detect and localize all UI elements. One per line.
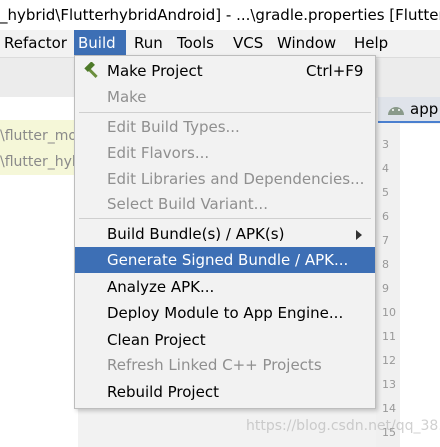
line-number: 7 <box>382 234 389 247</box>
line-number: 11 <box>382 330 396 343</box>
line-number: 9 <box>382 282 389 295</box>
build-dropdown-menu: Make Project Ctrl+F9 Make Edit Build Typ… <box>74 55 376 409</box>
menu-item-label: Edit Build Types... <box>107 118 240 136</box>
menu-item-deploy-module[interactable]: Deploy Module to App Engine... <box>75 300 375 326</box>
menu-build-label: Build <box>78 34 116 52</box>
window-title-bar: _hybrid\FlutterhybridAndroid] - ...\grad… <box>0 0 440 30</box>
menu-run-label: Run <box>134 34 163 52</box>
project-path-line[interactable]: \flutter_mo <box>0 128 78 144</box>
menu-tools-label: Tools <box>177 34 214 52</box>
project-path-line[interactable]: \flutter_hyb <box>0 154 78 170</box>
editor-tab-app[interactable]: app <box>378 97 440 123</box>
menu-item-refresh-linked-cpp[interactable]: Refresh Linked C++ Projects <box>75 352 375 378</box>
menu-item-label: Generate Signed Bundle / APK... <box>107 251 349 269</box>
line-number-gutter: 3 4 5 6 7 8 9 10 11 12 13 14 15 <box>376 124 400 447</box>
menu-item-clean-project[interactable]: Clean Project <box>75 327 375 353</box>
menu-item-edit-build-types[interactable]: Edit Build Types... <box>75 114 375 140</box>
hammer-icon <box>84 62 98 78</box>
menu-item-label: Make Project <box>107 62 203 80</box>
main-menubar: Refactor Build Run Tools VCS Window Help <box>0 30 440 57</box>
menu-item-label: Make <box>107 88 147 106</box>
line-number: 5 <box>382 186 389 199</box>
menu-window[interactable]: Window <box>273 30 340 57</box>
line-number: 13 <box>382 378 396 391</box>
menu-separator <box>79 112 371 113</box>
menu-item-make-project[interactable]: Make Project Ctrl+F9 <box>75 58 375 84</box>
menu-item-label: Analyze APK... <box>107 278 215 296</box>
menu-item-build-bundles[interactable]: Build Bundle(s) / APK(s) <box>75 221 375 247</box>
menu-item-label: Clean Project <box>107 331 206 349</box>
menu-run[interactable]: Run <box>130 30 167 57</box>
menu-item-label: Build Bundle(s) / APK(s) <box>107 225 285 243</box>
line-number: 6 <box>382 210 389 223</box>
submenu-arrow-icon <box>356 230 362 240</box>
menu-item-analyze-apk[interactable]: Analyze APK... <box>75 274 375 300</box>
menu-item-label: Rebuild Project <box>107 383 219 401</box>
menu-help[interactable]: Help <box>350 30 392 57</box>
menu-item-label: Select Build Variant... <box>107 195 268 213</box>
menu-help-label: Help <box>354 34 389 52</box>
menu-item-edit-flavors[interactable]: Edit Flavors... <box>75 140 375 166</box>
menu-refactor[interactable]: Refactor <box>0 30 71 57</box>
watermark-text: https://blog.csdn.net/qq_38... <box>246 418 440 434</box>
editor-content[interactable] <box>400 124 440 447</box>
window-title: _hybrid\FlutterhybridAndroid] - ...\grad… <box>0 6 440 24</box>
menu-item-label: Refresh Linked C++ Projects <box>107 356 322 374</box>
menu-tools[interactable]: Tools <box>173 30 218 57</box>
menu-item-edit-libraries[interactable]: Edit Libraries and Dependencies... <box>75 166 375 192</box>
menu-item-make[interactable]: Make <box>75 84 375 110</box>
line-number: 3 <box>382 138 389 151</box>
menu-item-label: Deploy Module to App Engine... <box>107 304 344 322</box>
menu-item-generate-signed-bundle[interactable]: Generate Signed Bundle / APK... <box>75 247 375 273</box>
menu-window-label: Window <box>277 34 337 52</box>
menu-refactor-label: Refactor <box>4 34 67 52</box>
menu-item-rebuild-project[interactable]: Rebuild Project <box>75 379 375 405</box>
menu-item-label: Edit Flavors... <box>107 144 210 162</box>
menu-item-label: Edit Libraries and Dependencies... <box>107 170 365 188</box>
menu-vcs-label: VCS <box>233 34 264 52</box>
menu-vcs[interactable]: VCS <box>229 30 267 57</box>
menu-build[interactable]: Build <box>74 30 126 57</box>
line-number: 14 <box>382 402 396 415</box>
line-number: 4 <box>382 162 389 175</box>
android-icon <box>388 107 404 115</box>
menu-item-select-build-variant[interactable]: Select Build Variant... <box>75 191 375 217</box>
line-number: 12 <box>382 354 396 367</box>
line-number: 10 <box>382 306 396 319</box>
menu-separator <box>79 218 371 219</box>
editor-tab-label: app <box>410 100 439 118</box>
line-number: 8 <box>382 258 389 271</box>
menu-item-shortcut: Ctrl+F9 <box>306 62 364 80</box>
